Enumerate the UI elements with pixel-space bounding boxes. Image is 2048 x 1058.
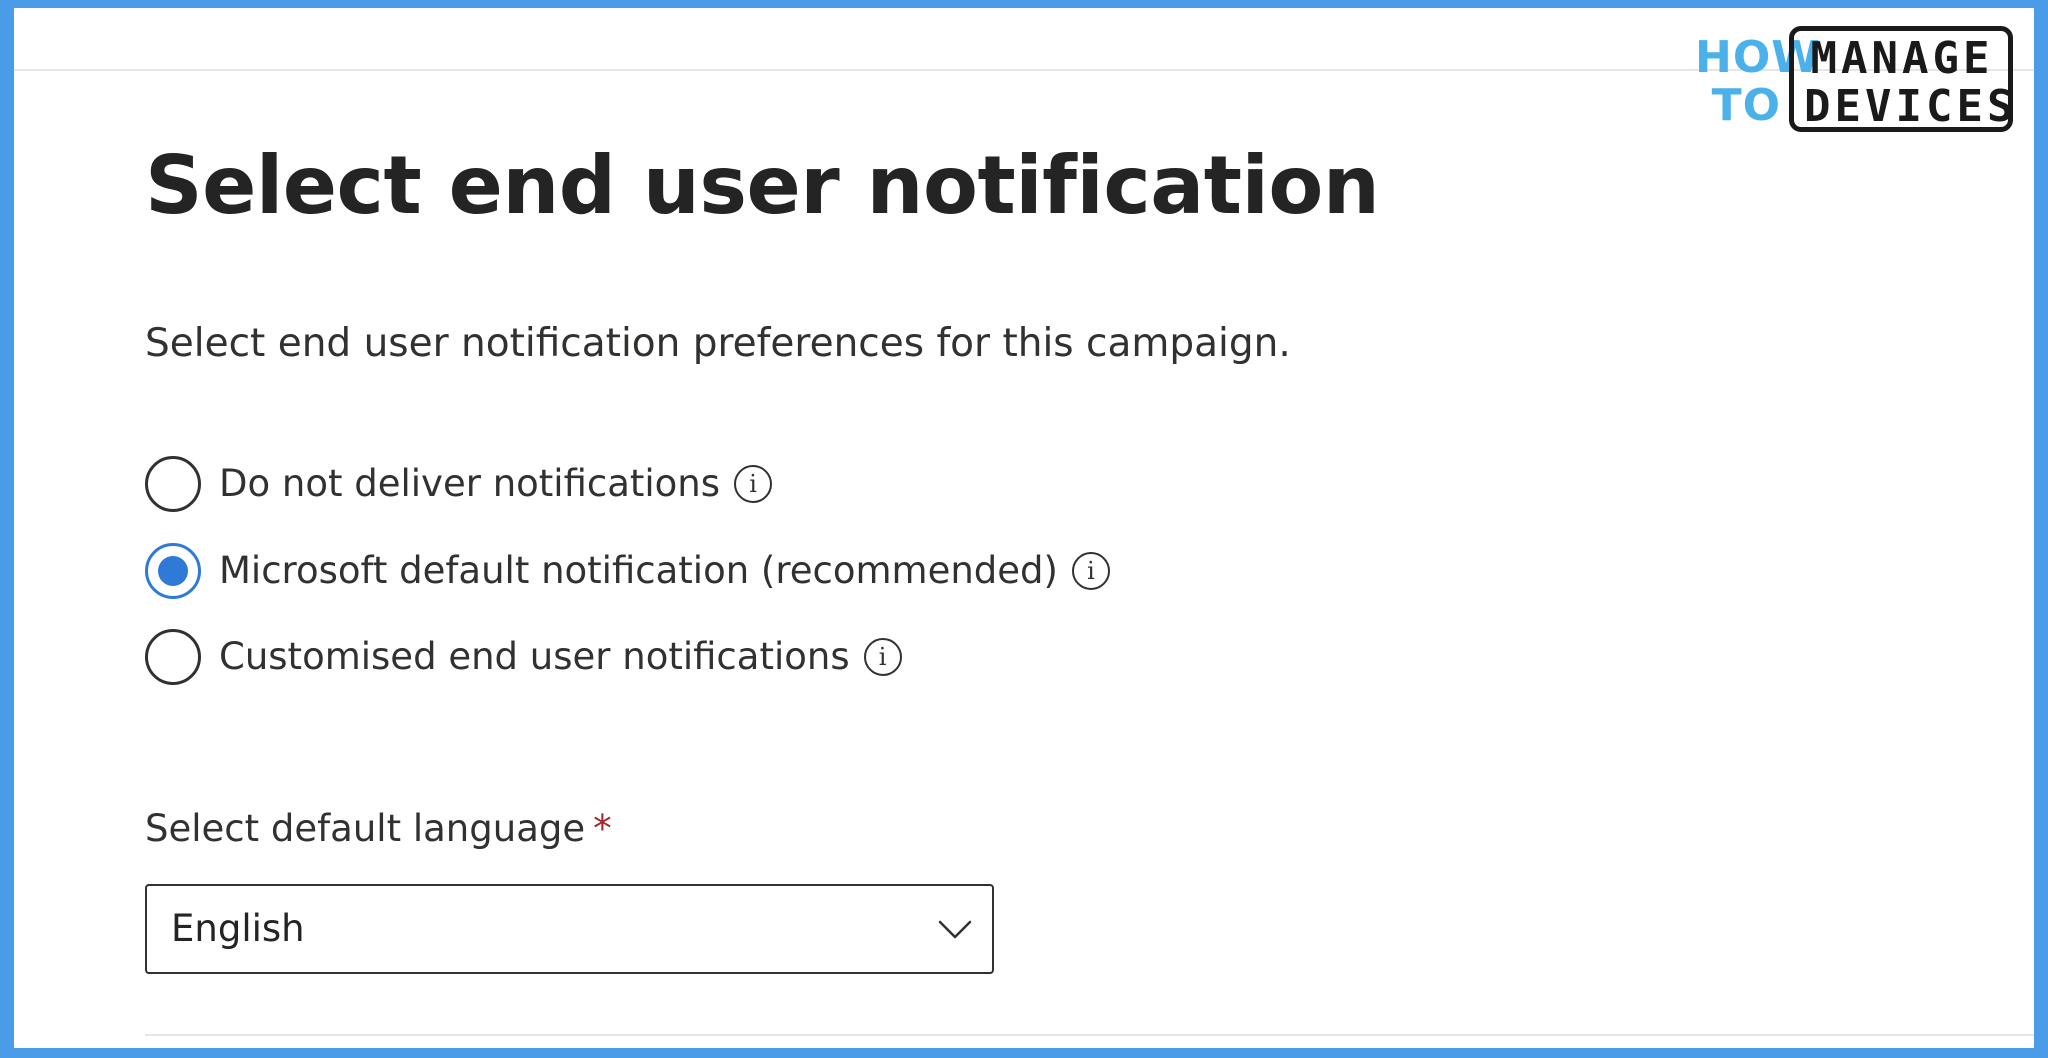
required-asterisk: *	[593, 807, 612, 850]
logo-to-text: TO	[1711, 80, 1781, 131]
radio-button-selected[interactable]	[145, 543, 201, 599]
radio-label: Customised end user notifications	[219, 635, 850, 678]
radio-option-microsoft-default[interactable]: Microsoft default notification (recommen…	[145, 541, 1110, 601]
chevron-down-icon	[938, 920, 972, 939]
language-dropdown-value: English	[171, 907, 305, 950]
logo-how-text: HOW	[1695, 32, 1821, 83]
radio-option-customised[interactable]: Customised end user notifications i	[145, 627, 902, 687]
logo-devices-text: DEVICES	[1804, 81, 2018, 132]
radio-label: Microsoft default notification (recommen…	[219, 549, 1058, 592]
info-icon[interactable]: i	[1071, 552, 1110, 590]
info-icon[interactable]: i	[863, 638, 902, 676]
info-icon[interactable]: i	[734, 465, 773, 503]
logo-box: MANAGE DEVICES	[1789, 26, 2013, 132]
page-frame: HOW TO MANAGE DEVICES Select end user no…	[14, 8, 2034, 1048]
how-to-manage-devices-logo: HOW TO MANAGE DEVICES	[1679, 20, 2019, 138]
footer-divider	[145, 1034, 2034, 1036]
radio-button[interactable]	[145, 456, 201, 512]
page-subtitle: Select end user notification preferences…	[145, 321, 1291, 366]
radio-option-do-not-deliver[interactable]: Do not deliver notifications i	[145, 454, 773, 514]
radio-button[interactable]	[145, 629, 201, 685]
language-label-text: Select default language	[145, 807, 586, 850]
radio-selected-dot	[158, 556, 188, 586]
page-title: Select end user notification	[145, 139, 1380, 232]
logo-manage-text: MANAGE	[1810, 33, 1994, 84]
language-dropdown[interactable]: English	[145, 884, 994, 974]
language-field-label: Select default language *	[145, 804, 612, 854]
radio-label: Do not deliver notifications	[219, 462, 721, 505]
